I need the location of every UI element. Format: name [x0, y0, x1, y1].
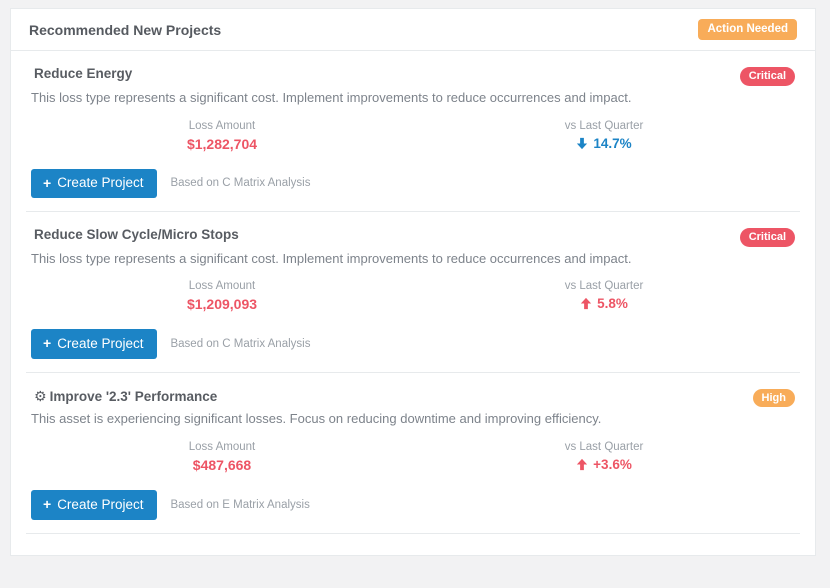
loss-amount-label: Loss Amount [31, 280, 413, 292]
project-card: ⚙Improve '2.3' Performance High This ass… [26, 373, 800, 534]
loss-amount-label: Loss Amount [31, 441, 413, 453]
vs-last-quarter-label: vs Last Quarter [413, 280, 795, 292]
project-description: This asset is experiencing significant l… [31, 411, 795, 428]
panel-header: Recommended New Projects Action Needed [11, 9, 815, 51]
severity-badge: Critical [740, 228, 795, 247]
project-title-text: Reduce Energy [34, 66, 132, 81]
create-project-label: Create Project [57, 337, 143, 352]
based-on-text: Based on C Matrix Analysis [170, 177, 310, 189]
create-project-button[interactable]: + Create Project [31, 490, 157, 519]
loss-amount-stat: Loss Amount $1,209,093 [31, 280, 413, 315]
project-title: ⚙Reduce Slow Cycle/Micro Stops [31, 227, 239, 244]
loss-amount-value: $1,209,093 [31, 296, 413, 312]
arrow-up-icon [580, 297, 592, 310]
plus-icon: + [43, 336, 51, 351]
arrow-up-icon [576, 458, 588, 471]
trend-percent-text: 5.8% [597, 296, 628, 311]
stats-row: Loss Amount $1,209,093 vs Last Quarter 5… [31, 280, 795, 315]
create-project-label: Create Project [57, 176, 143, 191]
gear-icon: ⚙ [34, 388, 47, 404]
plus-icon: + [43, 497, 51, 512]
project-description: This loss type represents a significant … [31, 90, 795, 107]
severity-badge: High [753, 389, 795, 408]
project-title: ⚙Improve '2.3' Performance [31, 388, 217, 406]
create-project-button[interactable]: + Create Project [31, 329, 157, 358]
vs-last-quarter-stat: vs Last Quarter +3.6% [413, 441, 795, 476]
loss-amount-stat: Loss Amount $1,282,704 [31, 120, 413, 155]
severity-badge: Critical [740, 67, 795, 86]
based-on-text: Based on E Matrix Analysis [170, 499, 309, 511]
vs-last-quarter-label: vs Last Quarter [413, 120, 795, 132]
create-project-button[interactable]: + Create Project [31, 169, 157, 198]
vs-last-quarter-stat: vs Last Quarter 5.8% [413, 280, 795, 315]
loss-amount-value: $1,282,704 [31, 136, 413, 152]
loss-amount-label: Loss Amount [31, 120, 413, 132]
card-header-row: ⚙Reduce Energy Critical [31, 66, 795, 86]
project-card: ⚙Reduce Slow Cycle/Micro Stops Critical … [26, 212, 800, 373]
trend-value: 5.8% [580, 296, 628, 311]
project-title: ⚙Reduce Energy [31, 66, 132, 83]
action-needed-badge: Action Needed [698, 19, 797, 40]
stats-row: Loss Amount $1,282,704 vs Last Quarter 1… [31, 120, 795, 155]
trend-percent-text: 14.7% [593, 136, 631, 151]
actions-row: + Create Project Based on C Matrix Analy… [31, 169, 795, 198]
actions-row: + Create Project Based on E Matrix Analy… [31, 490, 795, 519]
project-description: This loss type represents a significant … [31, 251, 795, 268]
loss-amount-value: $487,668 [31, 457, 413, 473]
loss-amount-stat: Loss Amount $487,668 [31, 441, 413, 476]
page-title: Recommended New Projects [29, 22, 221, 38]
vs-last-quarter-label: vs Last Quarter [413, 441, 795, 453]
project-card-list: ⚙Reduce Energy Critical This loss type r… [11, 51, 815, 534]
trend-value: 14.7% [576, 136, 631, 151]
plus-icon: + [43, 176, 51, 191]
stats-row: Loss Amount $487,668 vs Last Quarter +3.… [31, 441, 795, 476]
project-card: ⚙Reduce Energy Critical This loss type r… [26, 51, 800, 212]
trend-percent-text: +3.6% [593, 457, 632, 472]
card-header-row: ⚙Reduce Slow Cycle/Micro Stops Critical [31, 227, 795, 247]
arrow-down-icon [576, 137, 588, 150]
create-project-label: Create Project [57, 498, 143, 513]
actions-row: + Create Project Based on C Matrix Analy… [31, 329, 795, 358]
project-title-text: Reduce Slow Cycle/Micro Stops [34, 227, 239, 242]
trend-value: +3.6% [576, 457, 632, 472]
card-header-row: ⚙Improve '2.3' Performance High [31, 388, 795, 408]
vs-last-quarter-stat: vs Last Quarter 14.7% [413, 120, 795, 155]
project-title-text: Improve '2.3' Performance [50, 389, 218, 404]
based-on-text: Based on C Matrix Analysis [170, 338, 310, 350]
recommended-projects-panel: Recommended New Projects Action Needed ⚙… [10, 8, 816, 556]
